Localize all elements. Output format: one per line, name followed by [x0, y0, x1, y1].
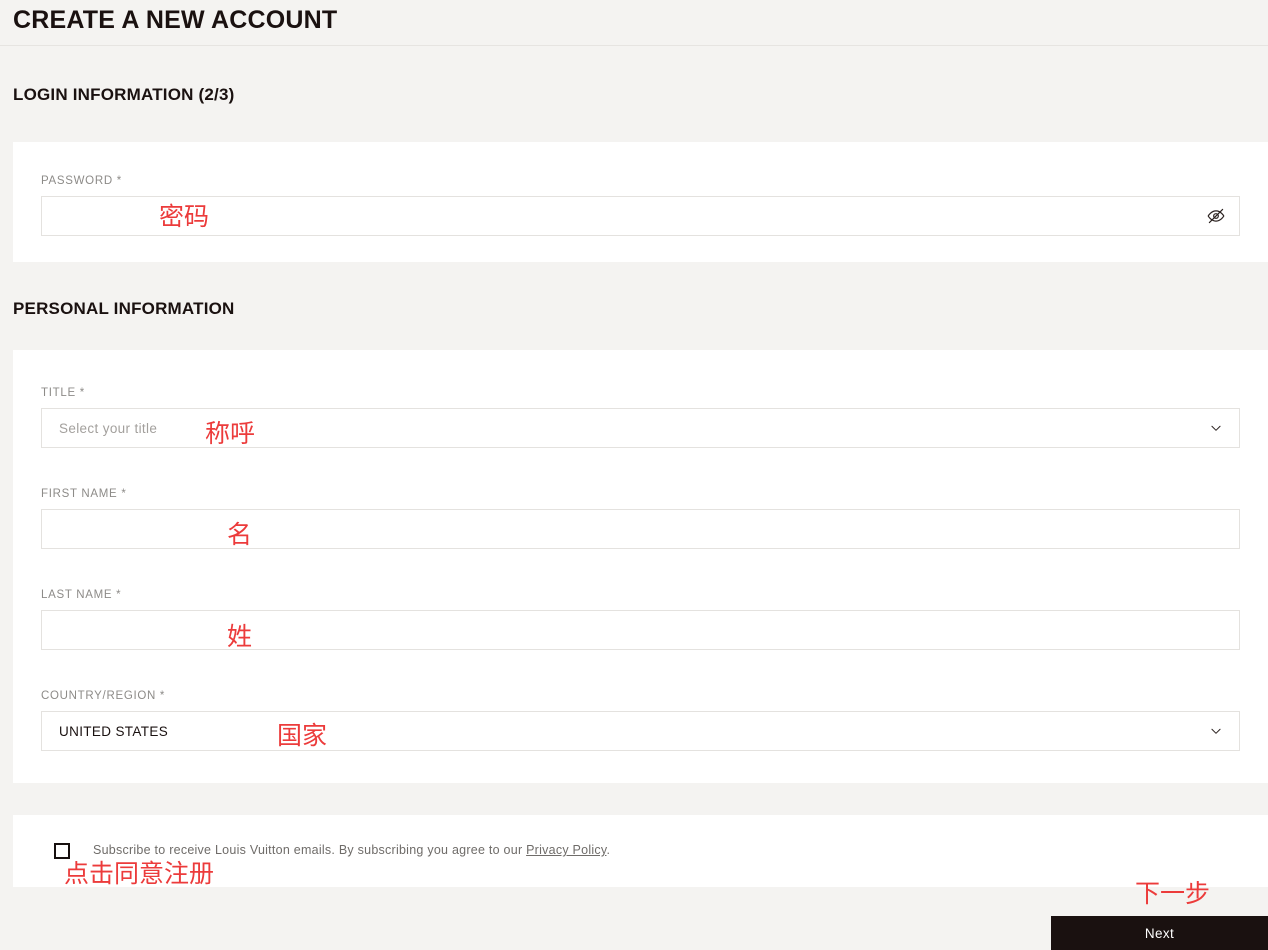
first-name-label: FIRST NAME * [41, 488, 127, 500]
page-title: CREATE A NEW ACCOUNT [13, 6, 338, 34]
title-select[interactable]: Select your title [41, 408, 1240, 448]
eye-slash-icon[interactable] [1207, 207, 1225, 225]
next-button[interactable]: Next [1051, 916, 1268, 950]
account-creation-page: CREATE A NEW ACCOUNT LOGIN INFORMATION (… [0, 0, 1268, 950]
last-name-input[interactable] [41, 610, 1240, 650]
subscribe-card: Subscribe to receive Louis Vuitton email… [13, 815, 1268, 887]
country-label: COUNTRY/REGION * [41, 690, 166, 702]
subscribe-text-after: . [606, 843, 611, 857]
country-select[interactable]: UNITED STATES [41, 711, 1240, 751]
country-field-group: COUNTRY/REGION * UNITED STATES [41, 689, 1240, 751]
title-field-group: TITLE * Select your title [41, 386, 1240, 448]
country-value: UNITED STATES [59, 723, 169, 739]
section-heading-personal: PERSONAL INFORMATION [13, 299, 235, 318]
subscribe-text-before: Subscribe to receive Louis Vuitton email… [93, 843, 527, 857]
last-name-field-group: LAST NAME * [41, 588, 1240, 650]
first-name-field-group: FIRST NAME * [41, 487, 1240, 549]
password-label: PASSWORD * [41, 175, 122, 187]
section-heading-login: LOGIN INFORMATION (2/3) [13, 85, 235, 104]
password-input[interactable] [41, 196, 1240, 236]
chevron-down-icon[interactable] [1207, 722, 1225, 740]
title-label: TITLE * [41, 387, 85, 399]
title-placeholder: Select your title [59, 420, 158, 436]
subscribe-label: Subscribe to receive Louis Vuitton email… [93, 842, 610, 858]
chevron-down-icon[interactable] [1207, 419, 1225, 437]
password-field-group: PASSWORD * [41, 174, 1240, 236]
privacy-policy-link[interactable]: Privacy Policy [526, 843, 606, 857]
password-card: PASSWORD * [13, 142, 1268, 262]
personal-information-card: TITLE * Select your title FIRST NAME * L… [13, 350, 1268, 783]
subscribe-checkbox[interactable] [54, 843, 70, 859]
first-name-input[interactable] [41, 509, 1240, 549]
subscribe-row: Subscribe to receive Louis Vuitton email… [54, 842, 610, 859]
header-divider [0, 45, 1268, 46]
last-name-label: LAST NAME * [41, 589, 122, 601]
